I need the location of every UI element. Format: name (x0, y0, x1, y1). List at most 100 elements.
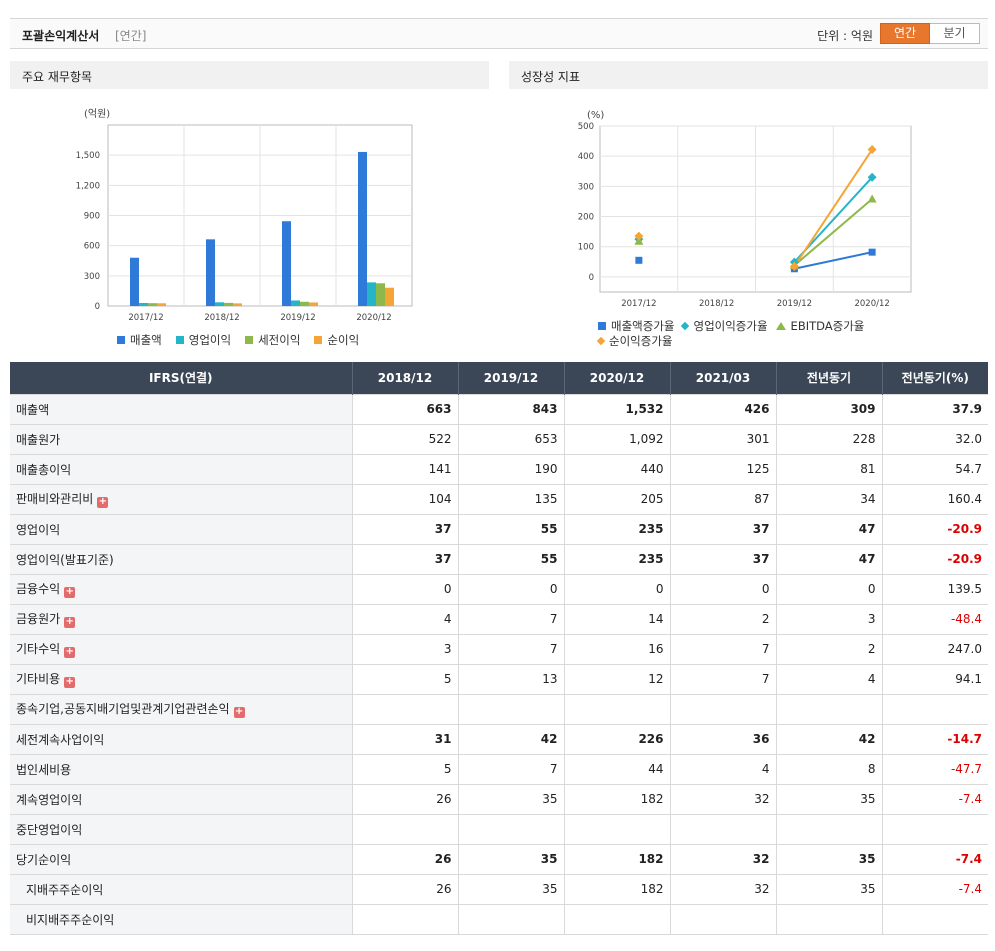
table-row: 매출원가 522 653 1,092 301 228 32.0 (10, 423, 988, 454)
legend-marker (775, 321, 786, 330)
value-cell: -47.7 (881, 753, 988, 784)
value-cell: 37 (351, 543, 458, 574)
value-cell: 44 (563, 753, 670, 784)
row-label-cell: 영업이익 (10, 513, 352, 544)
value-cell: 5 (351, 753, 458, 784)
column-header: 2021/03 (669, 362, 776, 394)
unit-label: 단위 : 억원 (817, 29, 873, 43)
value-cell: 35 (775, 783, 882, 814)
value-cell: 32.0 (881, 423, 988, 454)
value-cell: -7.4 (881, 843, 988, 874)
value-cell: 0 (669, 573, 776, 604)
legend-label: 영업이익증가율 (693, 318, 768, 333)
x-tick-label: 2018/12 (699, 299, 734, 309)
line-chart: 0 100 200 300 400 500(%) 2017/12 2018/12 2019/12… (578, 110, 912, 309)
value-cell: 125 (669, 453, 776, 484)
period-toggle: 연간 분기 (880, 23, 980, 44)
expand-icon[interactable]: + (64, 677, 76, 688)
row-label-cell: 세전계속사업이익 (10, 723, 352, 754)
value-cell: 426 (669, 393, 776, 424)
y-tick-label: 500 (578, 122, 594, 132)
y-tick-label: 400 (578, 152, 594, 162)
row-label: 판매비와관리비 (16, 492, 94, 506)
y-tick-label: 1,200 (76, 181, 100, 191)
expand-icon[interactable]: + (64, 647, 76, 658)
value-cell: 13 (457, 663, 564, 694)
value-cell: 0 (457, 573, 564, 604)
value-cell: 160.4 (881, 483, 988, 514)
bar (130, 257, 139, 306)
table-row: 금융원가 +4 7 14 2 3 -48.4 (10, 603, 988, 634)
value-cell: 14 (563, 603, 670, 634)
column-header: 전년동기(%) (881, 362, 988, 394)
column-header: 2020/12 (563, 362, 670, 394)
bar (358, 151, 367, 306)
bar (233, 303, 242, 306)
row-label: 당기순이익 (16, 852, 72, 867)
table-row: 영업이익(발표기준) 37 55 235 37 47 -20.9 (10, 543, 988, 574)
value-cell: 843 (457, 393, 564, 424)
value-cell: 247.0 (881, 633, 988, 664)
value-cell: -7.4 (881, 873, 988, 904)
y-tick-label: 100 (578, 243, 594, 253)
annual-toggle-button[interactable]: 연간 (880, 23, 930, 44)
value-cell: 1,532 (563, 393, 670, 424)
row-label: 영업이익(발표기준) (16, 552, 114, 567)
data-point (635, 256, 643, 264)
value-cell: 309 (775, 393, 882, 424)
value-cell: 7 (457, 633, 564, 664)
y-unit-label: (%) (587, 110, 604, 121)
table-row: 영업이익 37 55 235 37 47 -20.9 (10, 513, 988, 544)
value-cell: -20.9 (881, 513, 988, 544)
table-row: 판매비와관리비 +104 135 205 87 34 160.4 (10, 483, 988, 514)
value-cell: 235 (563, 543, 670, 574)
value-cell: -14.7 (881, 723, 988, 754)
legend-label: 영업이익 (188, 332, 232, 347)
expand-icon[interactable]: + (233, 707, 245, 718)
table-row: 중단영업이익 (10, 813, 988, 844)
row-label: 기타수익 (16, 642, 61, 656)
row-label-cell: 기타비용 + (10, 663, 352, 694)
value-cell: 522 (351, 423, 458, 454)
value-cell: 205 (563, 483, 670, 514)
row-label-cell: 기타수익 + (10, 633, 352, 664)
value-cell (881, 903, 988, 935)
y-tick-label: 300 (578, 182, 594, 192)
value-cell: 35 (775, 843, 882, 874)
value-cell: 226 (563, 723, 670, 754)
expand-icon[interactable]: + (64, 617, 76, 628)
quarterly-toggle-button[interactable]: 분기 (930, 23, 980, 44)
row-label-cell: 매출총이익 (10, 453, 352, 484)
bar (139, 302, 148, 306)
value-cell: 7 (457, 753, 564, 784)
column-header: 전년동기 (775, 362, 882, 394)
y-tick-label: 0 (95, 302, 100, 312)
value-cell (563, 693, 670, 724)
value-cell (669, 903, 776, 935)
value-cell: 31 (351, 723, 458, 754)
expand-icon[interactable]: + (97, 497, 109, 508)
period-type-label: [연간] (115, 29, 147, 43)
value-cell: 653 (457, 423, 564, 454)
column-header: 2019/12 (457, 362, 564, 394)
y-tick-label: 900 (84, 212, 100, 222)
value-cell: 182 (563, 843, 670, 874)
x-tick-label: 2019/12 (777, 299, 812, 309)
row-label-cell: 금융수익 + (10, 573, 352, 604)
value-cell: 42 (457, 723, 564, 754)
income-statement-table: IFRS(연결) 2018/12 2019/12 2020/12 2021/03 전년동기… (10, 362, 988, 935)
expand-icon[interactable]: + (64, 587, 76, 598)
legend-item: 매출액증가율 (598, 318, 674, 333)
table-row: 법인세비용 5 7 44 4 8 -47.7 (10, 753, 988, 784)
value-cell (775, 903, 882, 935)
value-cell: 5 (351, 663, 458, 694)
value-cell: 301 (669, 423, 776, 454)
table-row: 계속영업이익 26 35 182 32 35 -7.4 (10, 783, 988, 814)
value-cell: 2 (775, 633, 882, 664)
bar (215, 302, 224, 306)
x-tick-label: 2018/12 (204, 313, 239, 323)
bar-chart: 0 300 600 900 1,200 1,500 (억원) 2017/12 2018/12 20… (76, 108, 413, 323)
value-cell: -20.9 (881, 543, 988, 574)
value-cell: 235 (563, 513, 670, 544)
row-label: 금융수익 (16, 582, 61, 596)
